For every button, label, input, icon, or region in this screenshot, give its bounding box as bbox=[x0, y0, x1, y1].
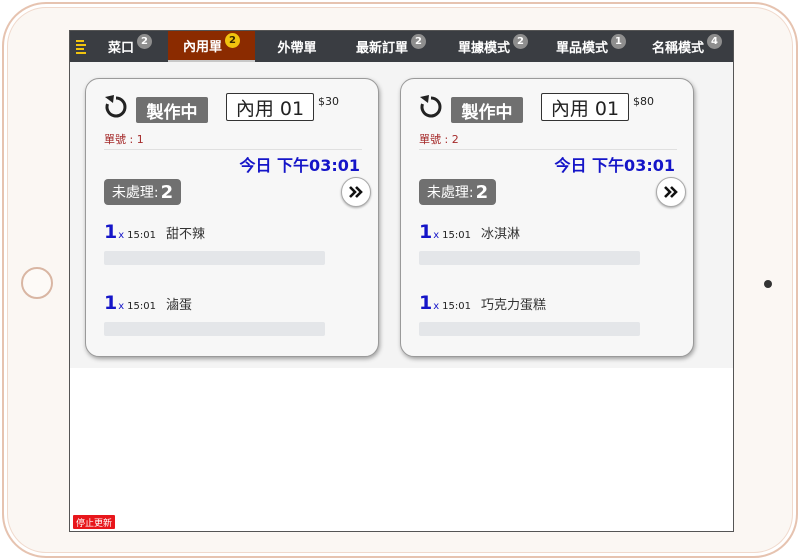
item-note-placeholder bbox=[419, 322, 640, 336]
menu-icon[interactable] bbox=[70, 31, 92, 62]
item-time: 15:01 bbox=[442, 301, 471, 312]
item-note-placeholder bbox=[104, 322, 325, 336]
tab-badge: 1 bbox=[611, 34, 626, 49]
status-badge[interactable]: 製作中 bbox=[451, 97, 523, 123]
item-qty: 1 bbox=[419, 221, 433, 243]
tab-label: 內用單 bbox=[182, 40, 222, 55]
tab-counter[interactable]: 菜口 2 bbox=[92, 31, 168, 62]
item-qty: 1 bbox=[104, 221, 118, 243]
tab-item-mode[interactable]: 單品模式 1 bbox=[543, 31, 639, 62]
app-screen: 菜口 2 內用單 2 外帶單 最新訂單 2 單據模式 2 單品模式 1 名稱模式… bbox=[69, 30, 734, 532]
tab-badge: 2 bbox=[411, 34, 426, 49]
item-time: 15:01 bbox=[127, 230, 156, 241]
stop-update-button[interactable]: 停止更新 bbox=[73, 515, 116, 529]
order-item[interactable]: 1 x 15:01 巧克力蛋糕 bbox=[419, 292, 546, 314]
table-label: 內用 01 bbox=[541, 93, 629, 121]
tab-takeout[interactable]: 外帶單 bbox=[255, 31, 339, 62]
order-time: 今日 下午03:01 bbox=[554, 156, 675, 175]
divider bbox=[104, 149, 362, 150]
refresh-icon[interactable] bbox=[104, 93, 128, 119]
order-item[interactable]: 1 x 15:01 冰淇淋 bbox=[419, 221, 520, 243]
item-multiplier: x bbox=[118, 301, 125, 312]
tab-label: 菜口 bbox=[107, 41, 134, 56]
tab-label: 外帶單 bbox=[277, 41, 317, 56]
order-number: 單號 : 2 bbox=[419, 133, 459, 146]
forward-button[interactable] bbox=[341, 177, 371, 207]
item-qty: 1 bbox=[419, 292, 433, 314]
item-note-placeholder bbox=[419, 251, 640, 265]
tab-badge: 2 bbox=[137, 34, 152, 49]
pending-badge: 未處理: 2 bbox=[419, 179, 496, 205]
item-note-placeholder bbox=[104, 251, 325, 265]
order-number: 單號 : 1 bbox=[104, 133, 144, 146]
tab-badge: 2 bbox=[513, 34, 528, 49]
order-item[interactable]: 1 x 15:01 甜不辣 bbox=[104, 221, 205, 243]
tab-bar: 菜口 2 內用單 2 外帶單 最新訂單 2 單據模式 2 單品模式 1 名稱模式… bbox=[70, 31, 733, 62]
tab-label: 單據模式 bbox=[457, 41, 510, 56]
pending-label: 未處理: bbox=[426, 185, 474, 201]
orders-area: 製作中 內用 01 $30 單號 : 1 今日 下午03:01 未處理: 2 1… bbox=[70, 62, 733, 368]
order-card[interactable]: 製作中 內用 01 $30 單號 : 1 今日 下午03:01 未處理: 2 1… bbox=[85, 78, 379, 357]
tab-receipt-mode[interactable]: 單據模式 2 bbox=[443, 31, 543, 62]
item-name: 滷蛋 bbox=[165, 298, 192, 313]
double-chevron-right-icon bbox=[349, 186, 363, 198]
tab-dine-in[interactable]: 內用單 2 bbox=[168, 31, 255, 62]
item-time: 15:01 bbox=[127, 301, 156, 312]
pending-badge: 未處理: 2 bbox=[104, 179, 181, 205]
item-name: 巧克力蛋糕 bbox=[480, 298, 546, 313]
tab-latest-orders[interactable]: 最新訂單 2 bbox=[339, 31, 443, 62]
item-time: 15:01 bbox=[442, 230, 471, 241]
item-multiplier: x bbox=[433, 301, 440, 312]
order-time: 今日 下午03:01 bbox=[239, 156, 360, 175]
pending-label: 未處理: bbox=[111, 185, 159, 201]
double-chevron-right-icon bbox=[664, 186, 678, 198]
table-label: 內用 01 bbox=[226, 93, 314, 121]
tab-label: 最新訂單 bbox=[355, 41, 408, 56]
status-badge[interactable]: 製作中 bbox=[136, 97, 208, 123]
item-multiplier: x bbox=[433, 230, 440, 241]
tab-label: 單品模式 bbox=[555, 41, 608, 56]
camera-dot bbox=[764, 280, 772, 288]
refresh-icon[interactable] bbox=[419, 93, 443, 119]
order-price: $80 bbox=[633, 95, 654, 108]
tab-badge: 4 bbox=[707, 34, 722, 49]
tab-label: 名稱模式 bbox=[651, 41, 704, 56]
order-card[interactable]: 製作中 內用 01 $80 單號 : 2 今日 下午03:01 未處理: 2 1… bbox=[400, 78, 694, 357]
home-button[interactable] bbox=[21, 267, 53, 299]
forward-button[interactable] bbox=[656, 177, 686, 207]
pending-count: 2 bbox=[160, 181, 174, 203]
item-name: 甜不辣 bbox=[165, 227, 205, 242]
item-name: 冰淇淋 bbox=[480, 227, 520, 242]
order-price: $30 bbox=[318, 95, 339, 108]
divider bbox=[419, 149, 677, 150]
tab-name-mode[interactable]: 名稱模式 4 bbox=[639, 31, 733, 62]
item-qty: 1 bbox=[104, 292, 118, 314]
pending-count: 2 bbox=[475, 181, 489, 203]
tab-badge: 2 bbox=[225, 33, 240, 48]
order-item[interactable]: 1 x 15:01 滷蛋 bbox=[104, 292, 192, 314]
item-multiplier: x bbox=[118, 230, 125, 241]
